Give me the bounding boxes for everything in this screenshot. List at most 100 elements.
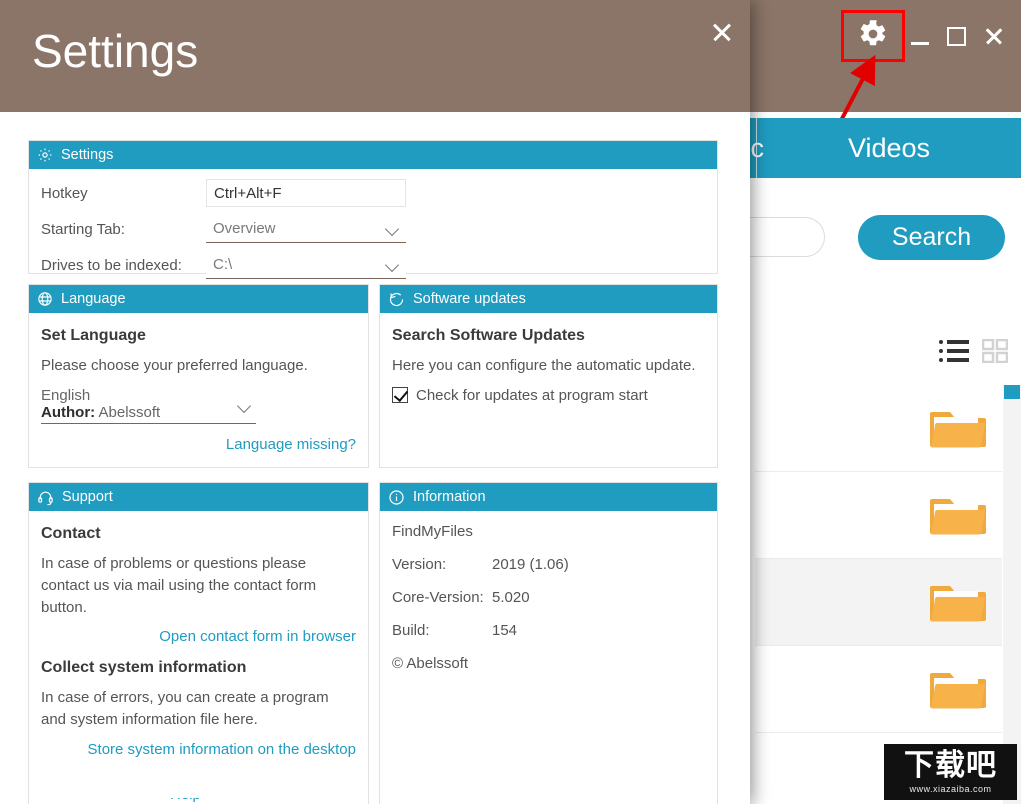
info-build-value: 154 xyxy=(492,622,518,639)
close-icon xyxy=(711,21,733,43)
panel-information-header: Information xyxy=(380,483,717,511)
minimize-button[interactable] xyxy=(906,16,934,56)
panel-support-title: Support xyxy=(62,489,113,505)
cut-off-text-region: Help xyxy=(0,798,750,804)
list-item[interactable] xyxy=(755,646,1002,733)
panel-language-body: Set Language Please choose your preferre… xyxy=(29,313,368,463)
close-button[interactable] xyxy=(976,16,1012,56)
update-check-checkbox[interactable] xyxy=(392,387,408,404)
refresh-icon xyxy=(388,291,405,308)
results-scrollbar-thumb[interactable] xyxy=(1004,385,1020,399)
panel-support-body: Contact In case of problems or questions… xyxy=(29,511,368,768)
minimize-icon xyxy=(911,41,929,45)
panel-settings-body: Hotkey Ctrl+Alt+F Starting Tab: Overview xyxy=(29,169,717,291)
watermark-text: 下载吧 xyxy=(904,748,997,782)
update-check-label: Check for updates at program start xyxy=(416,386,648,404)
panel-support: Support Contact In case of problems or q… xyxy=(28,482,369,804)
results-scrollbar[interactable] xyxy=(1003,385,1021,804)
maximize-button[interactable] xyxy=(938,16,974,56)
screenshot-root: Music Videos Search xyxy=(0,0,1021,804)
info-core-version-value: 5.020 xyxy=(492,589,530,606)
chevron-down-icon xyxy=(238,401,254,411)
results-list xyxy=(755,385,1002,733)
panel-language-title: Language xyxy=(61,291,126,307)
search-button[interactable]: Search xyxy=(858,215,1005,260)
open-contact-form-link[interactable]: Open contact form in browser xyxy=(41,628,356,645)
folder-icon xyxy=(930,492,986,536)
info-copyright: © Abelssoft xyxy=(392,655,469,672)
gear-icon xyxy=(37,147,53,163)
settings-dialog-close-button[interactable] xyxy=(700,10,744,54)
language-select[interactable]: English Author: Abelssoft xyxy=(41,387,256,424)
info-app-name: FindMyFiles xyxy=(392,523,473,540)
gear-icon[interactable] xyxy=(858,19,888,54)
update-check-row[interactable]: Check for updates at program start xyxy=(392,387,705,404)
folder-icon xyxy=(930,579,986,623)
language-missing-link[interactable]: Language missing? xyxy=(41,436,356,453)
info-row-core-version: Core-Version: 5.020 xyxy=(392,589,705,606)
field-hotkey-label: Hotkey xyxy=(41,184,88,202)
hotkey-input[interactable]: Ctrl+Alt+F xyxy=(206,179,406,207)
updates-heading: Search Software Updates xyxy=(392,327,585,344)
language-author-value: Abelssoft xyxy=(98,403,161,421)
panel-information: Information FindMyFiles Version: 2019 (1… xyxy=(379,482,718,804)
watermark-url: www.xiazaiba.com xyxy=(909,783,992,794)
hotkey-input-value: Ctrl+Alt+F xyxy=(214,184,282,202)
starting-tab-value: Overview xyxy=(213,220,276,237)
info-row-version: Version: 2019 (1.06) xyxy=(392,556,705,573)
panel-updates: Software updates Search Software Updates… xyxy=(379,284,718,468)
store-system-info-link[interactable]: Store system information on the desktop xyxy=(41,741,356,758)
headset-icon xyxy=(37,489,54,506)
close-icon xyxy=(984,26,1004,46)
settings-dialog-body: Settings Hotkey Ctrl+Alt+F Starting Tab:… xyxy=(0,112,750,804)
info-row-build: Build: 154 xyxy=(392,622,705,639)
cut-off-text: Help xyxy=(170,798,201,803)
drives-value: C:\ xyxy=(213,256,233,273)
language-heading: Set Language xyxy=(41,327,146,344)
panel-updates-header: Software updates xyxy=(380,285,717,313)
field-hotkey: Hotkey Ctrl+Alt+F xyxy=(41,177,705,209)
settings-gear-button-highlight[interactable] xyxy=(841,10,905,62)
info-version-value: 2019 (1.06) xyxy=(492,556,569,573)
grid-view-icon[interactable] xyxy=(981,338,1009,364)
folder-icon xyxy=(930,405,986,449)
language-author: Author: Abelssoft xyxy=(41,404,256,421)
tab-videos[interactable]: Videos xyxy=(757,118,1021,178)
chevron-down-icon xyxy=(386,224,402,234)
page-title: Settings xyxy=(32,25,199,77)
info-version-key: Version: xyxy=(392,556,447,573)
info-icon xyxy=(388,489,405,506)
field-drives-label: Drives to be indexed: xyxy=(41,256,182,274)
field-starting-tab: Starting Tab: Overview xyxy=(41,213,705,245)
list-item[interactable] xyxy=(755,472,1002,559)
list-item[interactable] xyxy=(755,385,1002,472)
language-description: Please choose your preferred language. xyxy=(41,357,308,374)
panel-settings-header: Settings xyxy=(29,141,717,169)
info-build-key: Build: xyxy=(392,622,430,639)
tab-videos-label: Videos xyxy=(847,132,931,163)
list-item[interactable] xyxy=(755,559,1002,646)
support-contact-heading: Contact xyxy=(41,525,101,542)
language-author-label: Author: xyxy=(41,403,96,421)
support-collect-text: In case of errors, you can create a prog… xyxy=(41,689,329,728)
settings-dialog: Settings Settings Hotkey Ctrl+Alt+F Star… xyxy=(0,0,750,804)
panel-updates-body: Search Software Updates Here you can con… xyxy=(380,313,717,414)
language-select-value: English xyxy=(41,386,91,404)
info-core-version-key: Core-Version: xyxy=(392,589,484,606)
list-view-icon[interactable] xyxy=(938,338,970,364)
view-toggle-group xyxy=(930,338,1010,364)
field-drives: Drives to be indexed: C:\ xyxy=(41,249,705,281)
panel-information-body: FindMyFiles Version: 2019 (1.06) Core-Ve… xyxy=(380,511,717,698)
panel-language: Language Set Language Please choose your… xyxy=(28,284,369,468)
chevron-down-icon xyxy=(386,260,402,270)
watermark: 下载吧 www.xiazaiba.com xyxy=(884,744,1017,800)
panel-updates-title: Software updates xyxy=(413,291,526,307)
drives-select[interactable]: C:\ xyxy=(206,251,406,279)
starting-tab-select[interactable]: Overview xyxy=(206,215,406,243)
search-button-label: Search xyxy=(891,223,972,251)
folder-icon xyxy=(930,666,986,710)
support-collect-heading: Collect system information xyxy=(41,659,247,677)
panel-information-title: Information xyxy=(413,489,486,505)
updates-description: Here you can configure the automatic upd… xyxy=(392,357,696,374)
globe-icon xyxy=(37,291,53,307)
